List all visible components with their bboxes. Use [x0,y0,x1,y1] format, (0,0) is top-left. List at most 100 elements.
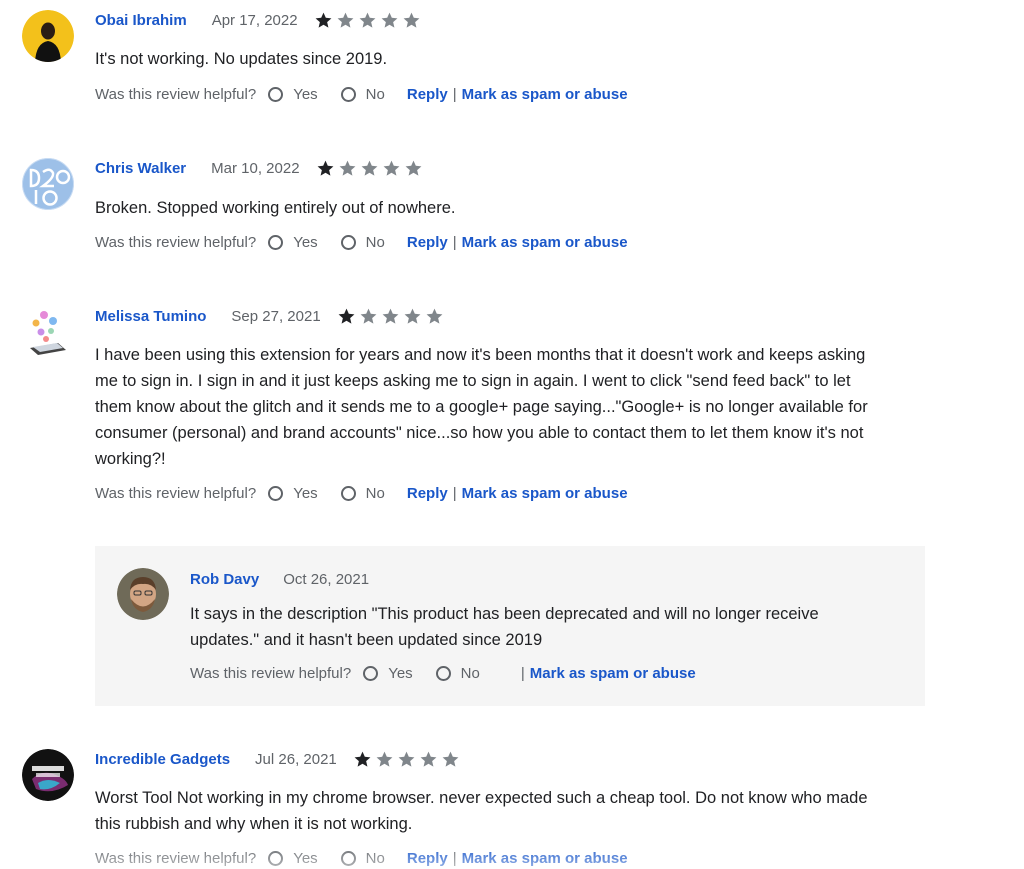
review-author[interactable]: Incredible Gadgets [95,751,230,768]
star-empty-icon [398,751,415,767]
reply-text: It says in the description "This product… [190,601,910,653]
review-text-line: Worst Tool Not working in my chrome brow… [95,789,868,807]
avatar[interactable] [22,306,74,358]
star-empty-icon [359,12,376,28]
review-text-line: consumer (personal) and brand accounts" … [95,424,864,442]
avatar[interactable] [22,10,74,62]
helpful-label: Was this review helpful? [95,849,257,867]
review-author[interactable]: Obai Ibrahim [95,12,187,29]
no-label: No [365,484,385,502]
helpful-no-radio[interactable]: No [340,85,385,103]
link-separator: | [452,85,457,103]
helpful-label: Was this review helpful? [95,233,257,251]
radio-circle-icon [268,485,284,501]
review-text: Worst Tool Not working in my chrome brow… [95,785,925,837]
radio-circle-icon [268,850,284,866]
helpful-yes-radio[interactable]: Yes [268,233,318,251]
helpful-yes-radio[interactable]: Yes [268,849,318,867]
star-rating [353,750,463,769]
star-empty-icon [337,12,354,28]
star-rating [316,159,426,178]
star-empty-icon [360,308,377,324]
radio-circle-icon [363,665,379,681]
radio-circle-icon [340,485,356,501]
no-label: No [365,233,385,251]
helpful-label: Was this review helpful? [95,484,257,502]
mark-spam-link[interactable]: Mark as spam or abuse [462,234,628,251]
helpful-bar: Was this review helpful? Yes No Reply | … [95,83,628,105]
helpful-no-radio[interactable]: No [340,233,385,251]
review-author[interactable]: Melissa Tumino [95,308,206,325]
star-empty-icon [442,751,459,767]
yes-label: Yes [293,849,318,867]
helpful-no-radio[interactable]: No [340,849,385,867]
mark-spam-link[interactable]: Mark as spam or abuse [530,665,696,682]
star-filled-icon [338,308,355,324]
review-text: It's not working. No updates since 2019. [95,46,925,72]
star-empty-icon [381,12,398,28]
star-empty-icon [420,751,437,767]
mark-spam-link[interactable]: Mark as spam or abuse [462,86,628,103]
review-date: Sep 27, 2021 [231,307,321,325]
no-label: No [365,849,385,867]
radio-circle-icon [435,665,451,681]
star-empty-icon [361,160,377,176]
helpful-yes-radio[interactable]: Yes [363,664,413,682]
no-label: No [365,85,385,103]
reply-date: Oct 26, 2021 [283,570,370,588]
mark-spam-link[interactable]: Mark as spam or abuse [462,850,628,867]
star-rating [337,307,447,326]
reply-link[interactable]: Reply [407,234,448,251]
review-text-line: them know about the glitch and it sends … [95,398,868,416]
link-separator: | [452,849,457,867]
avatar[interactable] [22,749,74,801]
reply-text-line: updates." and it hasn't been updated sin… [190,631,543,649]
review-text: Broken. Stopped working entirely out of … [95,195,925,221]
yes-label: Yes [388,664,413,682]
no-label: No [460,664,480,682]
reply-link[interactable]: Reply [407,850,448,867]
star-filled-icon [315,12,332,28]
review-date: Jul 26, 2021 [255,750,337,768]
review-text-line: I have been using this extension for yea… [95,346,866,364]
star-empty-icon [383,160,399,176]
helpful-yes-radio[interactable]: Yes [268,484,318,502]
review-text-line: It's not working. No updates since 2019. [95,50,388,68]
radio-circle-icon [268,86,284,102]
radio-circle-icon [340,86,356,102]
helpful-label: Was this review helpful? [190,664,352,682]
review-text-line: me to sign in. I sign in and it just kee… [95,372,851,390]
helpful-label: Was this review helpful? [95,85,257,103]
star-empty-icon [376,751,393,767]
developer-reply: Rob Davy Oct 26, 2021 It says in the des… [95,546,925,706]
yes-label: Yes [293,85,318,103]
helpful-no-radio[interactable]: No [340,484,385,502]
link-separator: | [452,484,457,502]
link-separator: | [452,233,457,251]
review-text-line: Broken. Stopped working entirely out of … [95,199,456,217]
star-rating [314,11,424,30]
mark-spam-link[interactable]: Mark as spam or abuse [462,485,628,502]
avatar[interactable] [22,158,74,210]
review-text-line: working?! [95,450,166,468]
yes-label: Yes [293,484,318,502]
review-date: Apr 17, 2022 [211,11,298,29]
link-separator: | [520,664,525,682]
review-text-line: this rubbish and why when it is not work… [95,815,413,833]
star-empty-icon [382,308,399,324]
reply-text-line: It says in the description "This product… [190,605,819,623]
reply-author[interactable]: Rob Davy [190,571,259,588]
reply-link[interactable]: Reply [407,86,448,103]
review-author[interactable]: Chris Walker [95,160,186,177]
star-empty-icon [405,160,421,176]
reply-link[interactable]: Reply [407,485,448,502]
helpful-no-radio[interactable]: No [435,664,480,682]
helpful-yes-radio[interactable]: Yes [268,85,318,103]
review-text: I have been using this extension for yea… [95,342,925,472]
star-empty-icon [426,308,443,324]
star-empty-icon [339,160,355,176]
avatar[interactable] [117,568,169,620]
yes-label: Yes [293,233,318,251]
star-filled-icon [354,751,371,767]
review-date: Mar 10, 2022 [211,159,300,177]
